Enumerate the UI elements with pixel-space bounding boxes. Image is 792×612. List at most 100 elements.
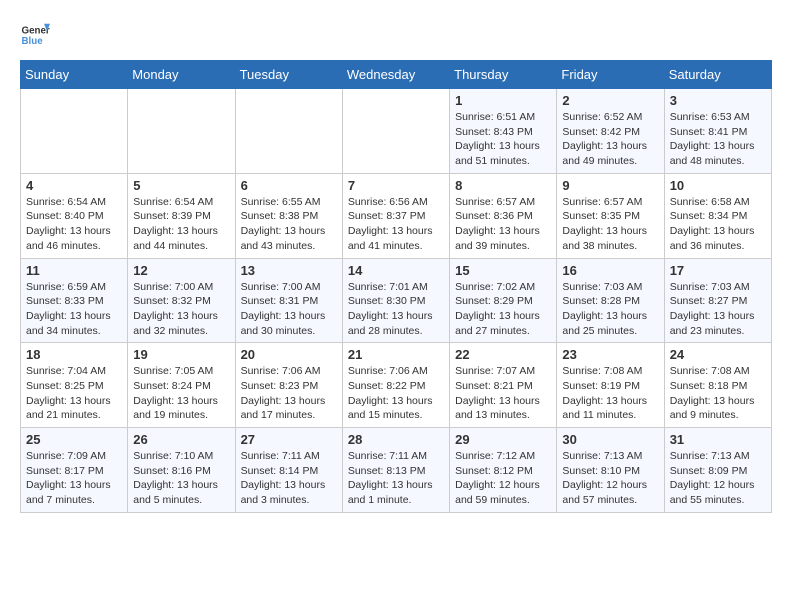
day-info: Sunrise: 7:13 AM Sunset: 8:09 PM Dayligh… (670, 449, 766, 508)
page-header: General Blue (20, 20, 772, 50)
day-info: Sunrise: 7:00 AM Sunset: 8:32 PM Dayligh… (133, 280, 229, 339)
day-number: 18 (26, 347, 122, 362)
calendar-cell: 10 Sunrise: 6:58 AM Sunset: 8:34 PM Dayli… (664, 173, 771, 258)
day-info: Sunrise: 6:59 AM Sunset: 8:33 PM Dayligh… (26, 280, 122, 339)
day-number: 14 (348, 263, 444, 278)
day-info: Sunrise: 7:12 AM Sunset: 8:12 PM Dayligh… (455, 449, 551, 508)
day-number: 26 (133, 432, 229, 447)
calendar-table: SundayMondayTuesdayWednesdayThursdayFrid… (20, 60, 772, 513)
day-number: 29 (455, 432, 551, 447)
day-number: 1 (455, 93, 551, 108)
day-number: 21 (348, 347, 444, 362)
day-number: 19 (133, 347, 229, 362)
calendar-cell: 21 Sunrise: 7:06 AM Sunset: 8:22 PM Dayli… (342, 343, 449, 428)
day-info: Sunrise: 7:11 AM Sunset: 8:13 PM Dayligh… (348, 449, 444, 508)
day-info: Sunrise: 6:56 AM Sunset: 8:37 PM Dayligh… (348, 195, 444, 254)
day-number: 15 (455, 263, 551, 278)
calendar-cell (21, 89, 128, 174)
calendar-cell: 11 Sunrise: 6:59 AM Sunset: 8:33 PM Dayli… (21, 258, 128, 343)
day-info: Sunrise: 7:13 AM Sunset: 8:10 PM Dayligh… (562, 449, 658, 508)
calendar-cell (342, 89, 449, 174)
calendar-cell: 22 Sunrise: 7:07 AM Sunset: 8:21 PM Dayli… (450, 343, 557, 428)
day-number: 17 (670, 263, 766, 278)
day-number: 13 (241, 263, 337, 278)
day-info: Sunrise: 7:06 AM Sunset: 8:23 PM Dayligh… (241, 364, 337, 423)
column-header-sunday: Sunday (21, 61, 128, 89)
column-header-thursday: Thursday (450, 61, 557, 89)
day-number: 5 (133, 178, 229, 193)
calendar-cell: 17 Sunrise: 7:03 AM Sunset: 8:27 PM Dayli… (664, 258, 771, 343)
calendar-cell: 1 Sunrise: 6:51 AM Sunset: 8:43 PM Daylig… (450, 89, 557, 174)
day-info: Sunrise: 7:03 AM Sunset: 8:28 PM Dayligh… (562, 280, 658, 339)
day-info: Sunrise: 7:06 AM Sunset: 8:22 PM Dayligh… (348, 364, 444, 423)
day-number: 30 (562, 432, 658, 447)
calendar-cell (235, 89, 342, 174)
day-info: Sunrise: 7:09 AM Sunset: 8:17 PM Dayligh… (26, 449, 122, 508)
column-header-saturday: Saturday (664, 61, 771, 89)
week-row-1: 1 Sunrise: 6:51 AM Sunset: 8:43 PM Daylig… (21, 89, 772, 174)
calendar-cell: 6Sunrise: 6:55 AM Sunset: 8:38 PM Daylig… (235, 173, 342, 258)
day-number: 23 (562, 347, 658, 362)
day-info: Sunrise: 7:03 AM Sunset: 8:27 PM Dayligh… (670, 280, 766, 339)
day-info: Sunrise: 7:02 AM Sunset: 8:29 PM Dayligh… (455, 280, 551, 339)
calendar-cell: 16Sunrise: 7:03 AM Sunset: 8:28 PM Dayli… (557, 258, 664, 343)
calendar-cell (128, 89, 235, 174)
day-info: Sunrise: 6:51 AM Sunset: 8:43 PM Dayligh… (455, 110, 551, 169)
calendar-cell: 25 Sunrise: 7:09 AM Sunset: 8:17 PM Dayli… (21, 428, 128, 513)
calendar-cell: 28 Sunrise: 7:11 AM Sunset: 8:13 PM Dayli… (342, 428, 449, 513)
calendar-header-row: SundayMondayTuesdayWednesdayThursdayFrid… (21, 61, 772, 89)
calendar-cell: 29 Sunrise: 7:12 AM Sunset: 8:12 PM Dayli… (450, 428, 557, 513)
day-info: Sunrise: 6:52 AM Sunset: 8:42 PM Dayligh… (562, 110, 658, 169)
calendar-cell: 14 Sunrise: 7:01 AM Sunset: 8:30 PM Dayli… (342, 258, 449, 343)
calendar-cell: 30 Sunrise: 7:13 AM Sunset: 8:10 PM Dayli… (557, 428, 664, 513)
day-info: Sunrise: 6:57 AM Sunset: 8:35 PM Dayligh… (562, 195, 658, 254)
day-number: 22 (455, 347, 551, 362)
column-header-monday: Monday (128, 61, 235, 89)
day-number: 7 (348, 178, 444, 193)
day-info: Sunrise: 7:10 AM Sunset: 8:16 PM Dayligh… (133, 449, 229, 508)
calendar-cell: 26 Sunrise: 7:10 AM Sunset: 8:16 PM Dayli… (128, 428, 235, 513)
column-header-friday: Friday (557, 61, 664, 89)
calendar-cell: 18 Sunrise: 7:04 AM Sunset: 8:25 PM Dayli… (21, 343, 128, 428)
calendar-cell: 31 Sunrise: 7:13 AM Sunset: 8:09 PM Dayli… (664, 428, 771, 513)
calendar-cell: 4Sunrise: 6:54 AM Sunset: 8:40 PM Daylig… (21, 173, 128, 258)
calendar-cell: 20 Sunrise: 7:06 AM Sunset: 8:23 PM Dayli… (235, 343, 342, 428)
svg-text:Blue: Blue (22, 36, 44, 47)
day-number: 12 (133, 263, 229, 278)
week-row-5: 25 Sunrise: 7:09 AM Sunset: 8:17 PM Dayli… (21, 428, 772, 513)
day-number: 9 (562, 178, 658, 193)
day-info: Sunrise: 7:04 AM Sunset: 8:25 PM Dayligh… (26, 364, 122, 423)
day-info: Sunrise: 7:11 AM Sunset: 8:14 PM Dayligh… (241, 449, 337, 508)
calendar-cell: 24Sunrise: 7:08 AM Sunset: 8:18 PM Dayli… (664, 343, 771, 428)
column-header-wednesday: Wednesday (342, 61, 449, 89)
day-number: 3 (670, 93, 766, 108)
day-info: Sunrise: 6:57 AM Sunset: 8:36 PM Dayligh… (455, 195, 551, 254)
week-row-4: 18 Sunrise: 7:04 AM Sunset: 8:25 PM Dayli… (21, 343, 772, 428)
calendar-cell: 3Sunrise: 6:53 AM Sunset: 8:41 PM Daylig… (664, 89, 771, 174)
column-header-tuesday: Tuesday (235, 61, 342, 89)
calendar-cell: 27Sunrise: 7:11 AM Sunset: 8:14 PM Dayli… (235, 428, 342, 513)
day-info: Sunrise: 7:01 AM Sunset: 8:30 PM Dayligh… (348, 280, 444, 339)
day-info: Sunrise: 7:08 AM Sunset: 8:18 PM Dayligh… (670, 364, 766, 423)
day-info: Sunrise: 7:00 AM Sunset: 8:31 PM Dayligh… (241, 280, 337, 339)
calendar-cell: 19Sunrise: 7:05 AM Sunset: 8:24 PM Dayli… (128, 343, 235, 428)
calendar-cell: 8Sunrise: 6:57 AM Sunset: 8:36 PM Daylig… (450, 173, 557, 258)
calendar-cell: 5Sunrise: 6:54 AM Sunset: 8:39 PM Daylig… (128, 173, 235, 258)
day-info: Sunrise: 7:07 AM Sunset: 8:21 PM Dayligh… (455, 364, 551, 423)
day-number: 25 (26, 432, 122, 447)
day-number: 20 (241, 347, 337, 362)
calendar-cell: 2 Sunrise: 6:52 AM Sunset: 8:42 PM Daylig… (557, 89, 664, 174)
logo-icon: General Blue (20, 20, 50, 50)
calendar-cell: 12 Sunrise: 7:00 AM Sunset: 8:32 PM Dayli… (128, 258, 235, 343)
day-number: 11 (26, 263, 122, 278)
day-info: Sunrise: 6:58 AM Sunset: 8:34 PM Dayligh… (670, 195, 766, 254)
day-number: 31 (670, 432, 766, 447)
week-row-2: 4Sunrise: 6:54 AM Sunset: 8:40 PM Daylig… (21, 173, 772, 258)
day-number: 28 (348, 432, 444, 447)
week-row-3: 11 Sunrise: 6:59 AM Sunset: 8:33 PM Dayli… (21, 258, 772, 343)
day-number: 10 (670, 178, 766, 193)
logo: General Blue (20, 20, 50, 50)
calendar-cell: 7 Sunrise: 6:56 AM Sunset: 8:37 PM Daylig… (342, 173, 449, 258)
day-number: 2 (562, 93, 658, 108)
calendar-cell: 13 Sunrise: 7:00 AM Sunset: 8:31 PM Dayli… (235, 258, 342, 343)
